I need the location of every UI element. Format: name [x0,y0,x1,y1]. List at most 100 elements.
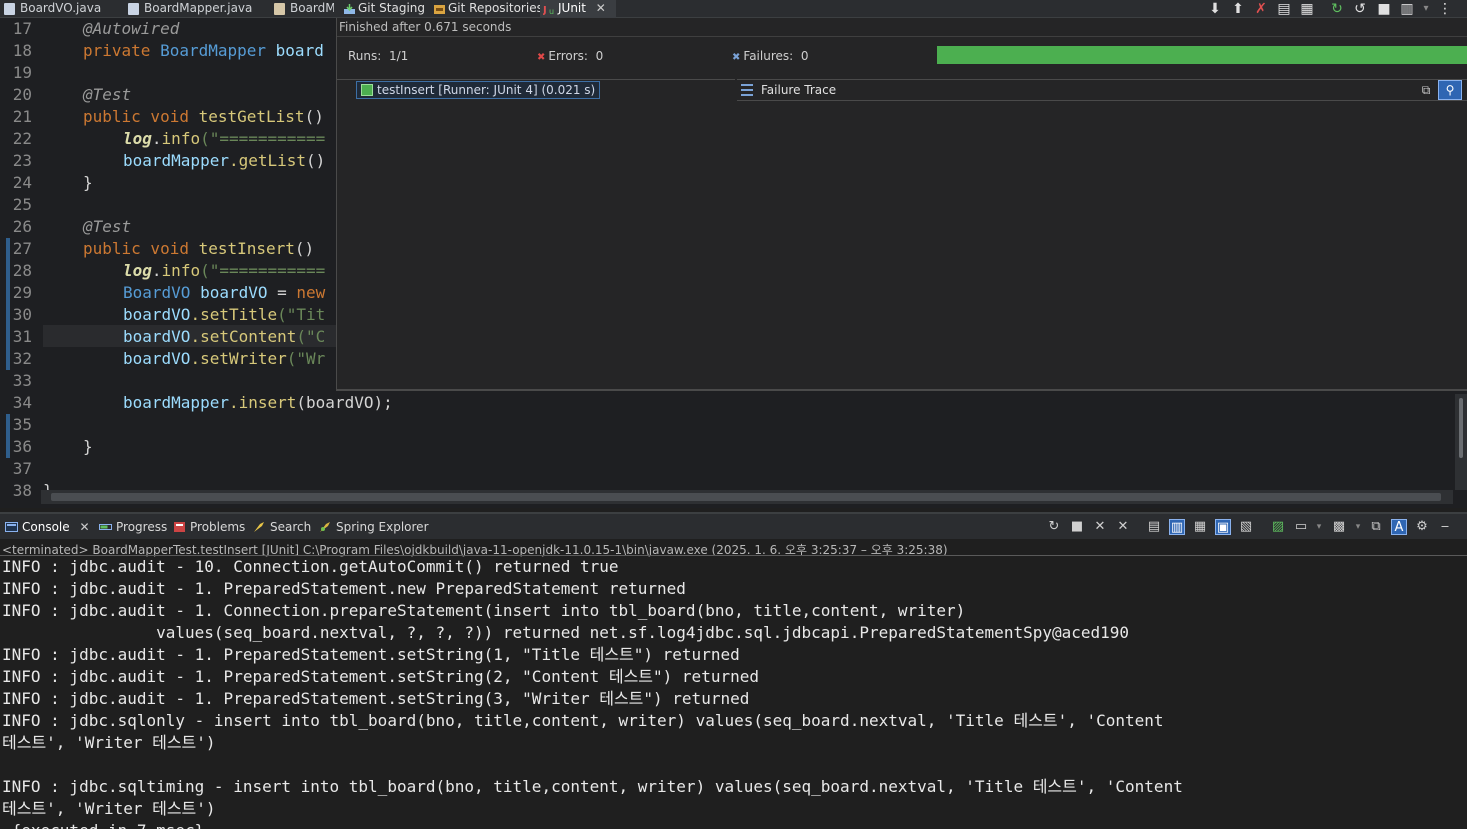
git-repositories-icon [434,5,445,14]
show-failures-only-icon[interactable]: ✗ [1253,1,1269,17]
failure-trace-header: Failure Trace ⧉ ⚲ [737,79,1467,101]
show-on-output-icon[interactable]: ▣ [1215,519,1231,535]
code-line: boardMapper.getList() [123,151,326,170]
line-number: 32 [12,349,32,368]
editor-tab-label: BoardMapper.java [144,1,253,15]
junit-icon: J u [543,5,554,15]
tab-label: Problems [190,520,246,534]
line-number: 19 [12,63,32,82]
svg-text:J: J [543,5,547,15]
history-icon[interactable]: ▥ [1399,1,1415,17]
pin-console-icon[interactable]: ▨ [1270,519,1286,535]
console-icon [5,522,18,532]
highlight-icon[interactable]: A [1391,519,1407,535]
scroll-lock-icon[interactable]: ▤ [1276,1,1292,17]
tab-label: JUnit [558,1,586,15]
tab-label: Git Staging [358,1,426,15]
remove-launch-icon[interactable]: ✕ [1092,519,1108,535]
editor-tab-boardmapper[interactable]: BoardMapper.java [124,0,264,18]
editor-tab-boardmapper-xml[interactable]: BoardM [270,0,334,18]
display-console-dropdown-icon[interactable]: ▾ [1311,519,1327,535]
failure-icon: ✖ [732,52,741,63]
errors-label: Errors: [548,49,588,63]
console-line: INFO : jdbc.audit - 1. Connection.prepar… [2,601,966,620]
errors-value: 0 [595,49,604,63]
line-number: 26 [12,217,32,236]
tab-git-staging[interactable]: Git Staging [340,0,425,18]
code-line: boardVO.setWriter("Wr [123,349,326,368]
line-number: 23 [12,151,32,170]
line-number: 29 [12,283,32,302]
rerun-icon[interactable]: ↻ [1329,1,1345,17]
close-icon[interactable]: ✕ [596,0,606,17]
console-line: INFO : jdbc.audit - 10. Connection.getAu… [2,557,619,576]
editor-horizontal-scrollbar[interactable] [41,490,1453,504]
scroll-thumb[interactable] [1459,398,1463,458]
clear-console-icon[interactable]: ▤ [1146,519,1162,535]
tab-label: Git Repositories [448,1,543,15]
tab-search[interactable]: Search [250,518,311,537]
line-number: 34 [12,393,32,412]
remove-all-terminated-icon[interactable]: ✕ [1115,519,1131,535]
line-number: 35 [12,415,32,434]
junit-view: Finished after 0.671 seconds Runs: 1/1 ✖… [336,18,1467,391]
search-icon [254,522,264,532]
tab-spring-explorer[interactable]: Spring Explorer [316,518,429,537]
code-line: log.info("=========== [123,261,326,280]
line-number: 28 [12,261,32,280]
line-number: 22 [12,129,32,148]
java-file-icon [4,3,15,15]
finished-status: Finished after 0.671 seconds [339,20,512,34]
console-line: INFO : jdbc.audit - 1. PreparedStatement… [2,579,686,598]
tab-junit[interactable]: J u JUnit ✕ [540,0,616,18]
terminate-icon[interactable]: ■ [1069,519,1085,535]
line-number: 33 [12,371,32,390]
tab-console[interactable]: Console ✕ [2,518,90,537]
history-dropdown-icon[interactable]: ▾ [1418,1,1434,17]
line-number: 31 [12,327,32,346]
open-console-icon[interactable]: ▩ [1331,519,1347,535]
console-line: INFO : jdbc.audit - 1. PreparedStatement… [2,667,759,686]
rerun-failed-first-icon[interactable]: ↺ [1352,1,1368,17]
word-wrap-icon[interactable]: ▦ [1192,519,1208,535]
minimize-icon[interactable]: ‒ [1437,519,1453,535]
copy-icon[interactable]: ⧉ [1368,519,1384,535]
show-on-error-icon[interactable]: ▧ [1238,519,1254,535]
failures-value: 0 [800,49,809,63]
line-number: 25 [12,195,32,214]
previous-failure-icon[interactable]: ⬆ [1230,1,1246,17]
relaunch-icon[interactable]: ↻ [1046,519,1062,535]
line-number: 27 [12,239,32,258]
hierarchy-icon[interactable]: ▦ [1299,1,1315,17]
scroll-thumb[interactable] [51,493,1441,501]
stop-icon[interactable]: ■ [1376,1,1392,17]
console-line: 테스트', 'Writer 테스트') [2,799,216,818]
filter-stack-trace-icon[interactable]: ⚲ [1438,80,1462,100]
next-failure-icon[interactable]: ⬇ [1207,1,1223,17]
display-console-icon[interactable]: ▭ [1293,519,1309,535]
view-menu-icon[interactable]: ⋮ [1437,1,1453,17]
failures-counter: ✖ Failures: 0 [732,49,808,63]
tab-progress[interactable]: Progress [96,518,167,537]
stack-trace-icon [741,84,753,96]
editor-tab-label: BoardVO.java [20,1,102,15]
editor-vertical-scrollbar[interactable] [1455,394,1467,490]
compare-results-icon[interactable]: ⧉ [1419,83,1433,97]
tab-problems[interactable]: Problems [170,518,245,537]
code-line: public void testGetList() [83,107,324,126]
editor-tab-boardvo[interactable]: BoardVO.java [0,0,116,18]
console-tab-strip: Console ✕ Progress Problems Search Sprin… [0,514,1467,539]
runs-counter: Runs: 1/1 [348,49,408,63]
settings-gear-icon[interactable]: ⚙ [1414,519,1430,535]
error-icon: ✖ [537,52,546,63]
open-console-dropdown-icon[interactable]: ▾ [1350,519,1366,535]
console-line: INFO : jdbc.sqltiming - insert into tbl_… [2,777,1183,796]
test-progress-bar [937,46,1467,64]
close-icon[interactable]: ✕ [79,518,89,536]
console-line: INFO : jdbc.audit - 1. PreparedStatement… [2,689,750,708]
line-number: 20 [12,85,32,104]
test-result-item[interactable]: testInsert [Runner: JUnit 4] (0.021 s) [356,81,601,99]
divider [337,36,1467,37]
tab-git-repositories[interactable]: Git Repositories [430,0,543,18]
scroll-lock-icon[interactable]: ▥ [1169,519,1185,535]
